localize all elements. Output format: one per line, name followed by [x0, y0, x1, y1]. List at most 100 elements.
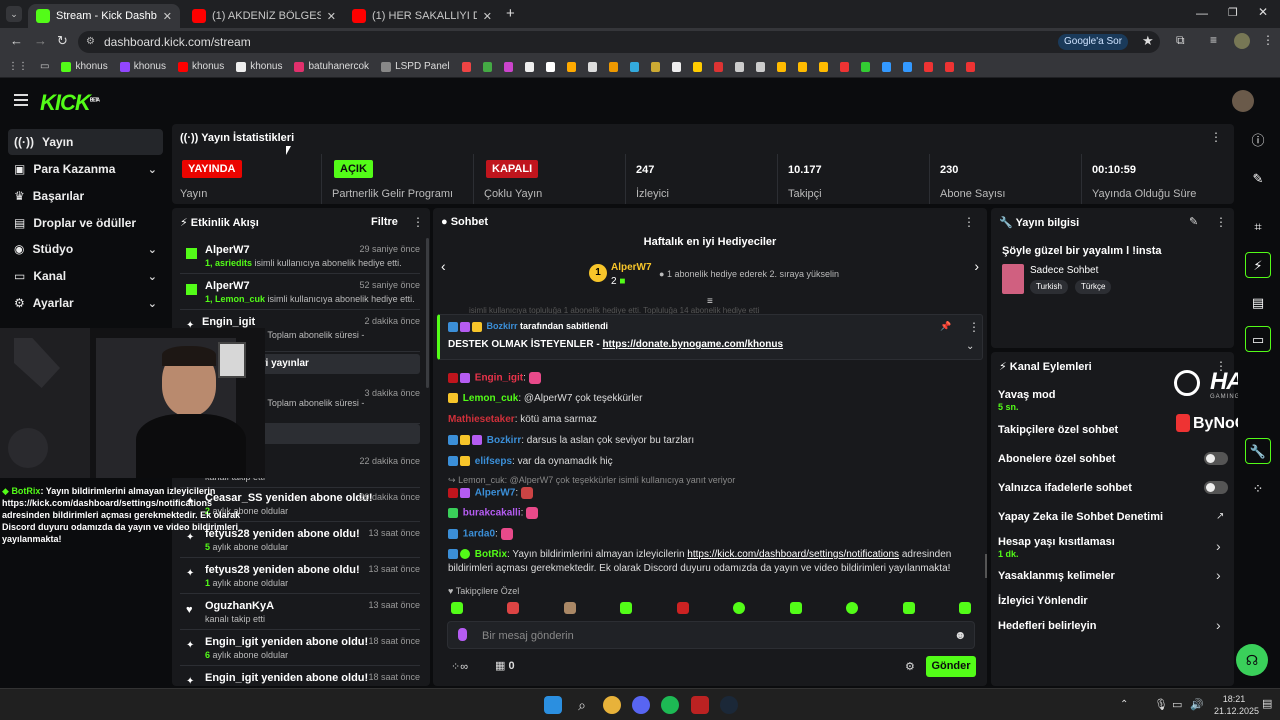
google-lens-button[interactable]: Google'a Sor [1058, 34, 1129, 50]
bookmark-khonus-youtube[interactable]: khonus [177, 61, 224, 72]
chevron-right-icon[interactable]: › [1216, 538, 1221, 554]
bookmark-icon[interactable] [713, 61, 723, 72]
action-goals[interactable]: Hedefleri belirleyin [998, 620, 1096, 632]
info-icon[interactable]: ⓘ [1245, 128, 1271, 154]
sidebar-item-ayarlar[interactable]: ⚙ Ayarlar ⌄ [8, 290, 163, 316]
bookmark-icon[interactable] [797, 61, 807, 72]
discord-icon[interactable] [632, 696, 650, 714]
tab-kick-dashboard[interactable]: Stream - Kick Dashboard ✕ [28, 4, 180, 28]
emote-icon[interactable] [903, 602, 915, 614]
edit-icon[interactable]: ✎ [1189, 215, 1198, 228]
bookmark-icon[interactable] [629, 61, 639, 72]
bookmark-icon[interactable] [923, 61, 933, 72]
bookmark-icon[interactable] [482, 61, 492, 72]
profile-avatar[interactable] [1234, 33, 1250, 49]
bookmark-icon[interactable] [524, 61, 534, 72]
chevron-left-icon[interactable]: ‹ [441, 258, 446, 274]
wrench-icon[interactable]: 🔧 [1245, 438, 1271, 464]
sidebar-item-para-kazanma[interactable]: ▣ Para Kazanma ⌄ [8, 156, 163, 182]
bookmark-icon[interactable] [881, 61, 891, 72]
subscribers-only-toggle[interactable] [1204, 452, 1228, 465]
app-icon[interactable] [691, 696, 709, 714]
bookmark-star-icon[interactable]: ★ [1142, 33, 1154, 49]
document-icon[interactable]: ▤ [1245, 290, 1271, 316]
bookmark-icon[interactable] [965, 61, 975, 72]
action-account-age[interactable]: Hesap yaşı kısıtlaması 1 dk. [998, 536, 1115, 560]
emote-icon[interactable] [846, 602, 858, 614]
emote-icon[interactable] [677, 602, 689, 614]
bookmark-icon[interactable] [860, 61, 870, 72]
bookmark-icon[interactable] [671, 61, 681, 72]
more-options-icon[interactable]: ⋮ [968, 320, 980, 334]
url-input[interactable]: ⚙ dashboard.kick.com/stream [78, 31, 1160, 53]
more-options-icon[interactable]: ⋮ [1210, 130, 1222, 144]
bookmark-icon[interactable] [944, 61, 954, 72]
sidebar-item-basarilar[interactable]: ♛ Başarılar [8, 183, 163, 209]
more-options-icon[interactable]: ⋮ [1215, 215, 1227, 229]
bookmark-batuhanercok[interactable]: batuhanercok [294, 61, 369, 72]
chevron-right-icon[interactable]: › [974, 258, 979, 274]
microphone-icon[interactable]: 🎙 [1154, 698, 1168, 711]
bookmark-icon[interactable] [566, 61, 576, 72]
send-button[interactable]: Gönder [926, 656, 976, 677]
sidebar-item-kanal[interactable]: ▭ Kanal ⌄ [8, 263, 163, 289]
bookmark-icon[interactable] [587, 61, 597, 72]
notifications-icon[interactable]: ▤ [1262, 697, 1272, 710]
emote-icon[interactable] [620, 602, 632, 614]
more-options-icon[interactable]: ⋮ [412, 215, 424, 229]
back-icon[interactable]: ← [10, 33, 23, 48]
new-tab-icon[interactable]: + [506, 5, 515, 22]
action-ai-moderation[interactable]: Yapay Zeka ile Sohbet Denetimi [998, 511, 1163, 523]
chat-icon[interactable]: ▭ [1245, 326, 1271, 352]
chat-input[interactable]: Bir mesaj gönderin ☻ [447, 621, 975, 649]
emote-icon[interactable] [790, 602, 802, 614]
action-subscribers-only[interactable]: Abonelere özel sohbet [998, 453, 1115, 465]
pinned-link[interactable]: https://donate.bynogame.com/khonus [602, 339, 783, 350]
pin-icon[interactable]: 📌 [940, 321, 951, 332]
channel-points-icon[interactable]: ⁘∞ [451, 660, 468, 673]
folder-icon[interactable]: ▭ [40, 61, 49, 72]
site-info-icon[interactable]: ⚙ [86, 31, 95, 53]
external-link-icon[interactable]: ↗ [1216, 511, 1224, 522]
bookmark-icon[interactable] [461, 61, 471, 72]
user-avatar[interactable] [1232, 90, 1254, 112]
chat-settings-icon[interactable]: ⚙ [905, 660, 915, 673]
points-counter[interactable]: ▦ 0 [495, 659, 515, 672]
apps-icon[interactable]: ⁘ [1245, 476, 1271, 502]
chevron-right-icon[interactable]: › [1216, 567, 1221, 583]
menu-icon[interactable]: ⋮ [1262, 33, 1274, 47]
chrome-icon[interactable] [603, 696, 621, 714]
reload-icon[interactable]: ↻ [57, 33, 68, 49]
bookmark-icon[interactable] [902, 61, 912, 72]
close-window-icon[interactable]: ✕ [1258, 5, 1268, 19]
steam-icon[interactable] [720, 696, 738, 714]
sidebar-item-studyo[interactable]: ◉ Stüdyo ⌄ [8, 236, 163, 262]
bookmark-khonus-x[interactable]: khonus [236, 61, 282, 72]
search-icon[interactable]: ⌕ [573, 696, 591, 714]
volume-icon[interactable]: 🔊 [1190, 698, 1204, 711]
emote-icon[interactable] [959, 602, 971, 614]
tag-turkish[interactable]: Turkish [1030, 280, 1068, 294]
bookmark-icon[interactable] [692, 61, 702, 72]
emote-icon[interactable] [451, 602, 463, 614]
emote-icon[interactable] [507, 602, 519, 614]
chevron-right-icon[interactable]: › [1216, 617, 1221, 633]
bookmark-khonus-twitch[interactable]: khonus [119, 61, 166, 72]
support-headset-icon[interactable]: ☊ [1236, 644, 1268, 676]
tray-chevron-icon[interactable]: ⌃ [1120, 699, 1128, 710]
action-slow-mode[interactable]: Yavaş mod 5 sn. [998, 389, 1055, 413]
sidebar-item-droplar[interactable]: ▤ Droplar ve ödüller [8, 210, 163, 236]
bookmark-icon[interactable] [839, 61, 849, 72]
sidebar-item-yayin[interactable]: ((·)) Yayın [8, 129, 163, 155]
category-name[interactable]: Sadece Sohbet [1030, 265, 1098, 276]
bookmark-icon[interactable] [608, 61, 618, 72]
forward-icon[interactable]: → [34, 33, 47, 48]
chevron-down-icon[interactable]: ⌄ [966, 341, 974, 352]
close-tab-icon[interactable]: ✕ [327, 10, 336, 23]
emoji-icon[interactable]: ☻ [954, 628, 967, 642]
capture-icon[interactable]: ⌗ [1245, 214, 1271, 240]
reading-list-icon[interactable]: ≡ [1210, 33, 1217, 47]
action-followers-only[interactable]: Takipçilere özel sohbet [998, 424, 1118, 436]
bookmark-icon[interactable] [818, 61, 828, 72]
tab-youtube-1[interactable]: (1) AKDENİZ BÖLGESİ'NİN EN Ü ✕ [184, 4, 344, 28]
